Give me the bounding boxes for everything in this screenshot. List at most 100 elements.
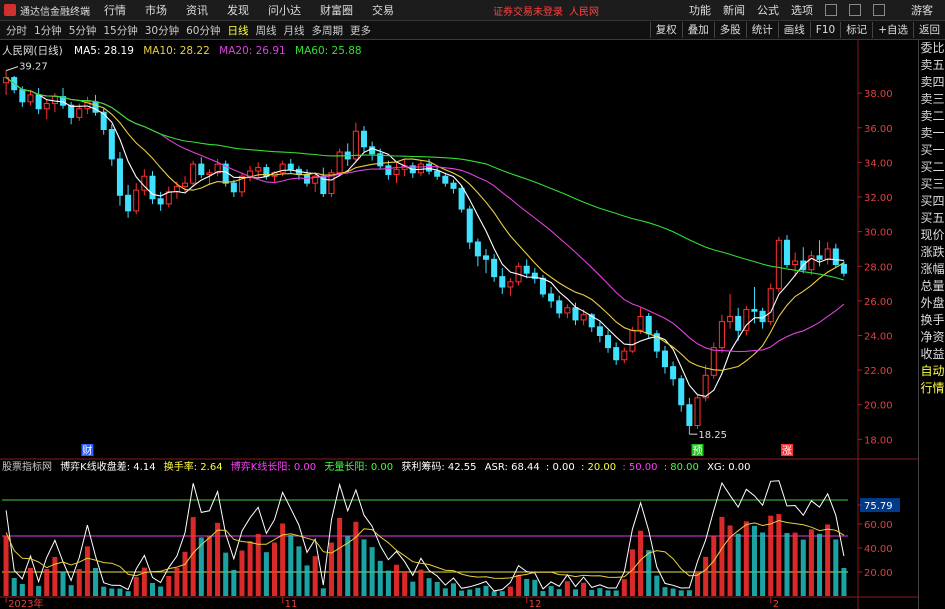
menu-item-discover[interactable]: 发现: [227, 2, 249, 18]
tab-1min[interactable]: 1分钟: [34, 23, 62, 38]
overlay-button[interactable]: 叠加: [681, 22, 714, 38]
f10-button[interactable]: F10: [809, 22, 840, 38]
menu-item-news[interactable]: 资讯: [186, 2, 208, 18]
candle-body: [35, 94, 42, 110]
tab-60min[interactable]: 60分钟: [186, 23, 220, 38]
candlestick: [661, 345, 668, 374]
candle-body: [735, 315, 742, 331]
indicator-bar-body: [467, 589, 473, 596]
statistics-button[interactable]: 统计: [745, 22, 778, 38]
menu-item-function[interactable]: 功能: [689, 2, 711, 18]
login-notice[interactable]: 证券交易未登录 人民网: [493, 3, 599, 18]
minimize-icon[interactable]: [825, 4, 837, 16]
indicator-bar-body: [27, 568, 33, 596]
back-button[interactable]: 返回: [913, 22, 945, 38]
adjust-button[interactable]: 复权: [649, 22, 682, 38]
candle-body: [133, 189, 140, 212]
profit-chips-label: 获利筹码: 42.55: [401, 462, 477, 473]
candlestick: [336, 148, 343, 177]
candle-body: [580, 314, 587, 321]
candlestick: [686, 397, 693, 435]
indicator-bar: [288, 534, 294, 596]
guest-user[interactable]: 游客: [911, 2, 933, 18]
tab-daily[interactable]: 日线: [228, 23, 249, 38]
menu-item-market[interactable]: 市场: [145, 2, 167, 18]
turnover-label: 换手率: 2.64: [163, 462, 223, 473]
tab-more[interactable]: 更多: [350, 23, 371, 38]
menu-item-wealth[interactable]: 财富圈: [320, 2, 353, 18]
mark-button[interactable]: 标记: [840, 22, 872, 38]
ma20-line: [5, 77, 845, 353]
main-legend: 人民网(日线) MA5: 28.19 MA10: 28.22 MA20: 26.…: [2, 43, 362, 58]
indicator-bar-body: [369, 547, 375, 596]
indicator-bar-body: [507, 586, 513, 596]
candlestick: [678, 375, 685, 412]
candle-body: [491, 258, 498, 278]
candle-body: [108, 129, 115, 160]
candle-body: [51, 96, 58, 105]
indicator-bar-body: [475, 587, 481, 596]
menu-item-ask[interactable]: 问小达: [268, 2, 301, 18]
candle-body: [792, 260, 799, 266]
candle-body: [694, 397, 701, 426]
indicator-bar-body: [751, 525, 757, 596]
indicator-bar: [101, 586, 107, 596]
tab-weekly[interactable]: 周线: [256, 23, 277, 38]
candlestick: [596, 321, 603, 343]
menu-item-formula[interactable]: 公式: [757, 2, 779, 18]
indicator-bar: [271, 542, 278, 596]
indicator-bar: [385, 570, 391, 596]
maximize-icon[interactable]: [849, 4, 861, 16]
candle-body: [149, 175, 156, 200]
side-item-bid1: 买一: [920, 143, 945, 157]
indicator-bar-body: [768, 515, 774, 596]
candle-body: [507, 281, 514, 288]
tab-30min[interactable]: 30分钟: [145, 23, 179, 38]
tab-intraday[interactable]: 分时: [6, 23, 27, 38]
tab-multi-period[interactable]: 多周期: [312, 23, 344, 38]
candlestick: [605, 330, 612, 353]
draw-line-button[interactable]: 画线: [777, 22, 810, 38]
tab-monthly[interactable]: 月线: [284, 23, 305, 38]
candle-body: [840, 264, 847, 274]
tab-5min[interactable]: 5分钟: [69, 23, 97, 38]
indicator-bar: [182, 551, 188, 596]
menu-item-quotes[interactable]: 行情: [104, 2, 126, 18]
multi-stock-button[interactable]: 多股: [713, 22, 746, 38]
indicator-bar-body: [353, 521, 359, 596]
candle-body: [458, 187, 465, 210]
candlestick: [141, 169, 148, 196]
indicator-bar-body: [564, 581, 570, 596]
candlestick: [108, 124, 115, 166]
close-icon[interactable]: [873, 4, 885, 16]
indicator-bar: [255, 533, 261, 596]
indicator-bar-body: [524, 578, 530, 596]
menu-item-trade[interactable]: 交易: [372, 2, 394, 18]
indicator-bar: [149, 582, 156, 596]
indicator-bar: [800, 539, 806, 596]
side-item-auto[interactable]: 自动: [919, 363, 945, 380]
candlestick: [165, 186, 172, 208]
kline-chart[interactable]: 38.00 36.00 34.00 32.00 30.00 28.00 26.00 24.00…: [0, 40, 918, 609]
add-watchlist-button[interactable]: +自选: [872, 22, 913, 38]
indicator-name[interactable]: 股票指标网: [2, 462, 52, 473]
indicator-bar: [572, 589, 579, 596]
menu-item-headlines[interactable]: 新闻: [723, 2, 745, 18]
candlestick: [727, 293, 734, 329]
price-tick-label: 24.00: [864, 331, 893, 342]
indicator-bar: [841, 568, 847, 596]
indicator-bar: [711, 536, 717, 596]
indicator-bar-body: [158, 586, 164, 596]
tab-15min[interactable]: 15分钟: [103, 23, 137, 38]
side-item-market[interactable]: 行情: [919, 380, 945, 397]
indicator-bar-body: [68, 585, 74, 596]
candlestick: [190, 160, 197, 187]
indicator-bar: [719, 516, 725, 596]
side-item-weibi: 委比: [920, 41, 945, 55]
indicator-bar: [60, 572, 66, 596]
menu-item-options[interactable]: 选项: [791, 2, 813, 18]
indicator-bar-body: [483, 585, 489, 596]
candle-body: [442, 175, 449, 184]
candle-body: [727, 315, 734, 323]
indicator-bar: [320, 588, 326, 596]
